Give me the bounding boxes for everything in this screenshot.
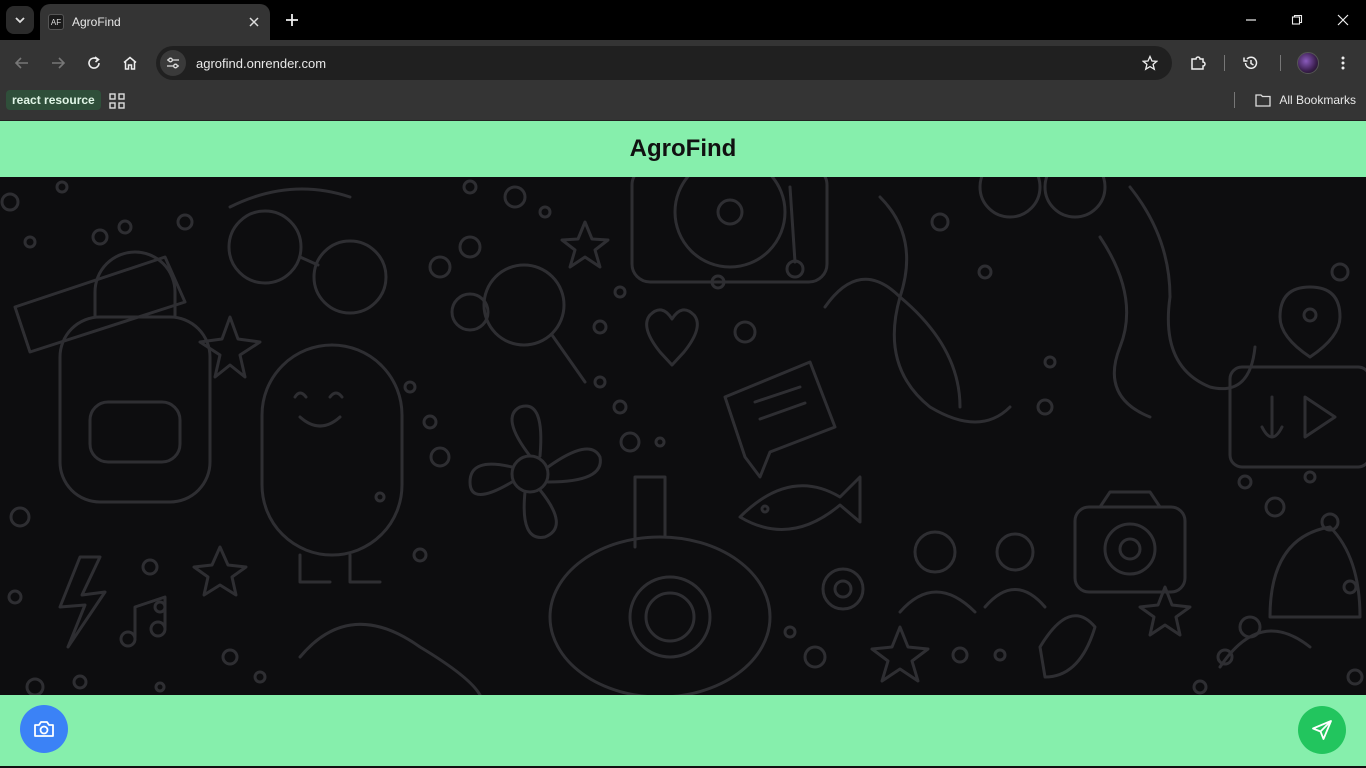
bookmarks-divider — [1234, 92, 1235, 108]
apps-grid-icon — [109, 93, 125, 109]
history-button[interactable] — [1239, 51, 1263, 75]
doodle-background — [0, 177, 1366, 695]
profile-avatar[interactable] — [1297, 52, 1319, 74]
tune-icon — [167, 57, 179, 69]
tab-close-button[interactable] — [246, 14, 262, 30]
star-icon — [1142, 55, 1158, 71]
back-arrow-icon — [14, 57, 28, 69]
extensions-button[interactable] — [1186, 51, 1210, 75]
back-button[interactable] — [10, 51, 34, 75]
close-icon — [249, 17, 259, 27]
toolbar-divider — [1280, 55, 1281, 71]
close-window-button[interactable] — [1331, 8, 1355, 32]
chevron-down-icon — [15, 17, 25, 24]
chat-area — [0, 177, 1366, 695]
site-info-button[interactable] — [160, 50, 186, 76]
browser-tab[interactable]: AF AgroFind — [40, 4, 270, 40]
apps-grid-button[interactable] — [108, 92, 126, 110]
puzzle-icon — [1191, 56, 1206, 70]
restore-icon — [1291, 14, 1303, 25]
send-icon — [1312, 720, 1332, 740]
home-icon — [123, 56, 137, 70]
home-button[interactable] — [118, 51, 142, 75]
browser-toolbar: agrofind.onrender.com — [0, 40, 1366, 86]
folder-icon — [1255, 94, 1271, 107]
bookmark-react-resource[interactable]: react resource — [6, 90, 101, 110]
minimize-button[interactable] — [1239, 8, 1263, 32]
reload-icon — [88, 56, 100, 69]
tab-title: AgroFind — [72, 15, 121, 29]
app-footer — [0, 695, 1366, 768]
history-icon — [1243, 56, 1258, 69]
camera-icon — [34, 721, 54, 737]
camera-button[interactable] — [20, 705, 68, 753]
all-bookmarks-button[interactable]: All Bookmarks — [1255, 90, 1356, 110]
bookmarks-bar: react resource All Bookmarks — [0, 86, 1366, 121]
url-text[interactable]: agrofind.onrender.com — [196, 56, 1138, 71]
minimize-icon — [1246, 19, 1256, 21]
favicon: AF — [48, 14, 64, 30]
forward-button[interactable] — [46, 51, 70, 75]
bookmark-star-button[interactable] — [1138, 51, 1162, 75]
kebab-menu-icon — [1341, 56, 1345, 70]
new-tab-button[interactable] — [280, 8, 304, 32]
browser-menu-button[interactable] — [1331, 51, 1355, 75]
browser-tabstrip: AF AgroFind — [0, 0, 1366, 40]
toolbar-divider — [1224, 55, 1225, 71]
reload-button[interactable] — [82, 51, 106, 75]
all-bookmarks-label: All Bookmarks — [1279, 93, 1356, 107]
app-title: AgroFind — [629, 135, 737, 162]
tab-search-button[interactable] — [6, 6, 34, 34]
send-button[interactable] — [1298, 706, 1346, 754]
forward-arrow-icon — [52, 57, 66, 69]
close-window-icon — [1337, 14, 1349, 26]
address-bar[interactable]: agrofind.onrender.com — [156, 46, 1172, 80]
app-header: AgroFind — [0, 121, 1366, 177]
restore-button[interactable] — [1285, 8, 1309, 32]
plus-icon — [286, 14, 298, 26]
